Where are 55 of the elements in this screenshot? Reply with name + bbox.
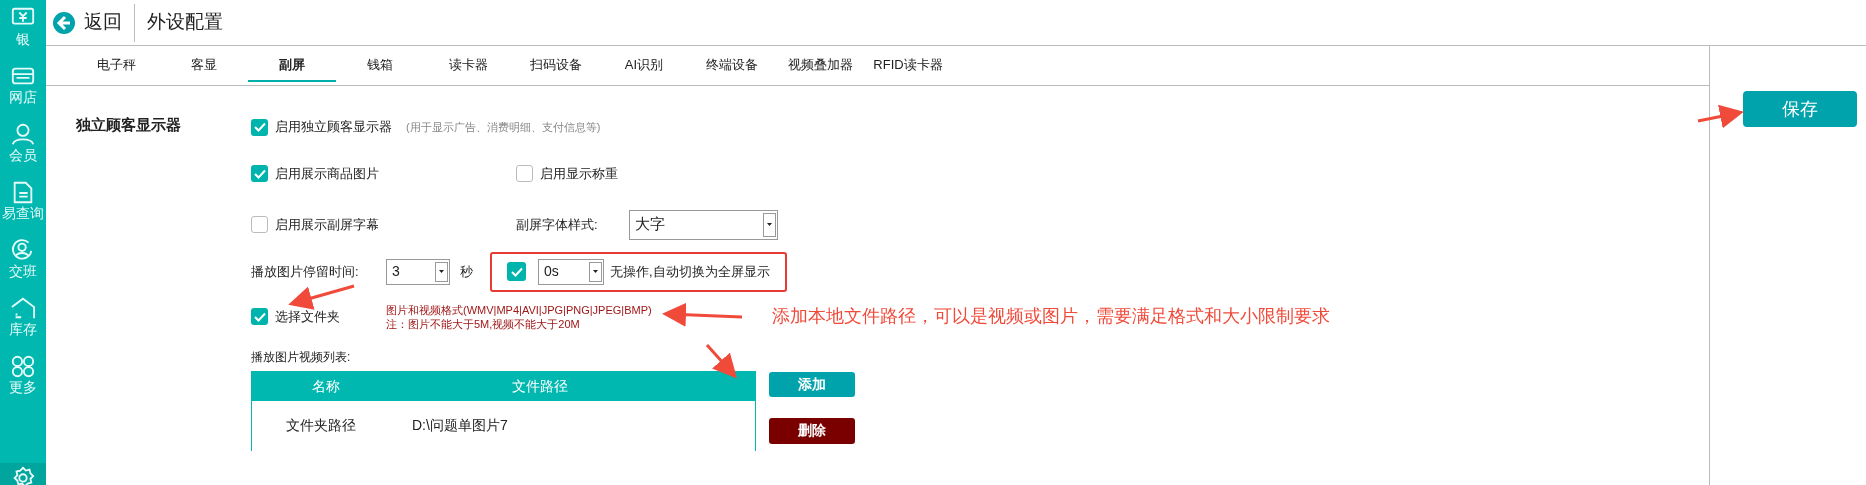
- dropdown[interactable]: 大字: [629, 209, 778, 240]
- tab[interactable]: 扫码设备: [512, 49, 600, 82]
- checkbox[interactable]: [251, 216, 268, 233]
- back-button[interactable]: 返回: [52, 3, 135, 42]
- tab[interactable]: 钱箱: [336, 49, 424, 82]
- tab[interactable]: 读卡器: [424, 49, 512, 82]
- dropdown[interactable]: 0s: [538, 258, 604, 285]
- table-cell-text: 文件夹路径: [285, 416, 357, 436]
- checkbox-label: 启用显示称重: [540, 165, 618, 183]
- note-text: 注：图片不能大于5M,视频不能大于20M: [386, 316, 581, 331]
- house-icon[interactable]: [9, 296, 37, 321]
- tab[interactable]: AI识别: [600, 49, 688, 82]
- caret-icon: [439, 270, 444, 273]
- table-cell-text: D:\问题单图片7: [412, 416, 509, 436]
- check-icon: [253, 122, 266, 132]
- tab[interactable]: 终端设备: [688, 49, 776, 82]
- four-circles-icon[interactable]: [9, 354, 37, 379]
- unit-label: 秒: [460, 262, 474, 281]
- field-label: 播放图片视频列表:: [251, 348, 351, 366]
- checkbox-label: 选择文件夹: [275, 307, 340, 326]
- check-icon: [253, 311, 266, 322]
- tab[interactable]: 客显: [160, 49, 248, 82]
- tab[interactable]: 副屏: [248, 49, 336, 82]
- annotation-arrow: [705, 344, 737, 379]
- delete-button[interactable]: 删除: [769, 417, 855, 444]
- checkbox[interactable]: [251, 308, 268, 325]
- annotation-arrow: [288, 284, 355, 310]
- tab[interactable]: RFID读卡器: [864, 49, 952, 82]
- checkbox[interactable]: [507, 262, 526, 281]
- page-title: 外设配置: [147, 10, 223, 35]
- checkbox[interactable]: [251, 118, 268, 136]
- tab[interactable]: 视频叠加器: [776, 49, 864, 82]
- annotation-arrow: [1697, 104, 1744, 129]
- field-label: 播放图片停留时间:: [251, 262, 360, 281]
- checkbox-label: 启用展示商品图片: [275, 165, 379, 183]
- tab[interactable]: 电子秤: [72, 49, 160, 82]
- check-icon: [253, 168, 266, 179]
- option-label: 无操作,自动切换为全屏显示: [610, 262, 770, 281]
- column-header: 名称: [311, 376, 341, 396]
- checkbox[interactable]: [251, 165, 268, 183]
- section-title: 独立顾客显示器: [76, 115, 182, 135]
- caret-icon: [593, 270, 598, 273]
- checkbox-label: 启用展示副屏字幕: [275, 215, 379, 234]
- back-icon: [52, 10, 76, 35]
- caret-icon: [767, 223, 772, 226]
- checkbox-label: 启用独立顾客显示器: [275, 118, 392, 137]
- field-label: 副屏字体样式:: [516, 215, 599, 234]
- person-icon[interactable]: [9, 122, 37, 147]
- column-header: 文件路径: [511, 376, 569, 396]
- checkbox[interactable]: [516, 165, 533, 183]
- note-text: 图片和视频格式(WMV|MP4|AVI|JPG|PNG|JPEG|BMP): [386, 302, 652, 317]
- hint-text: (用于显示广告、消费明细、支付信息等): [406, 119, 601, 135]
- dropdown[interactable]: 3: [386, 258, 450, 285]
- annotation-text: 添加本地文件路径，可以是视频或图片，需要满足格式和大小限制要求: [771, 305, 1330, 328]
- check-icon: [510, 266, 523, 277]
